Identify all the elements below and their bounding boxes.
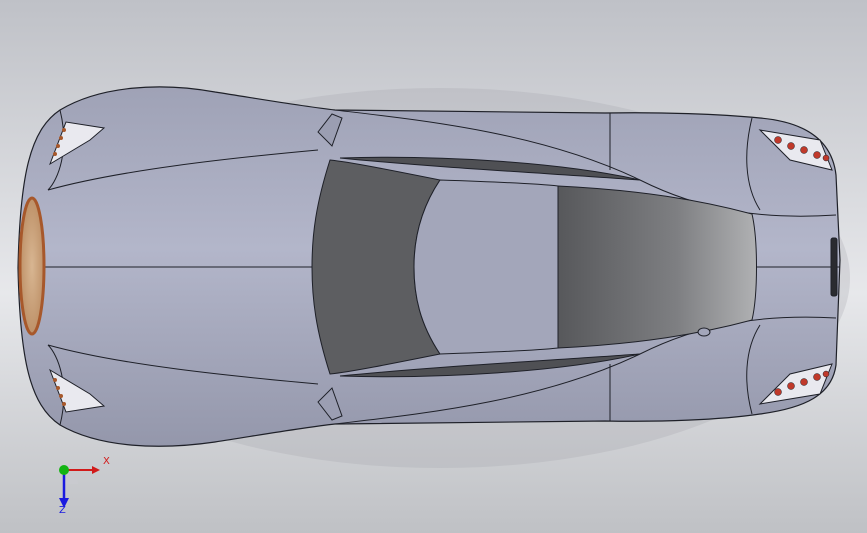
x-axis-label: X — [103, 456, 110, 467]
car-model[interactable] — [0, 0, 867, 533]
x-axis-head — [92, 466, 100, 474]
axis-triad: X Z — [40, 448, 120, 520]
front-grille — [18, 196, 46, 336]
y-axis-dot — [59, 465, 69, 475]
roof-panel — [413, 179, 559, 355]
rear-license-recess — [830, 237, 838, 297]
fuel-cap — [697, 327, 711, 337]
rear-window — [557, 185, 757, 349]
z-axis-label: Z — [59, 505, 66, 516]
graphics-viewport[interactable]: X Z — [0, 0, 867, 533]
